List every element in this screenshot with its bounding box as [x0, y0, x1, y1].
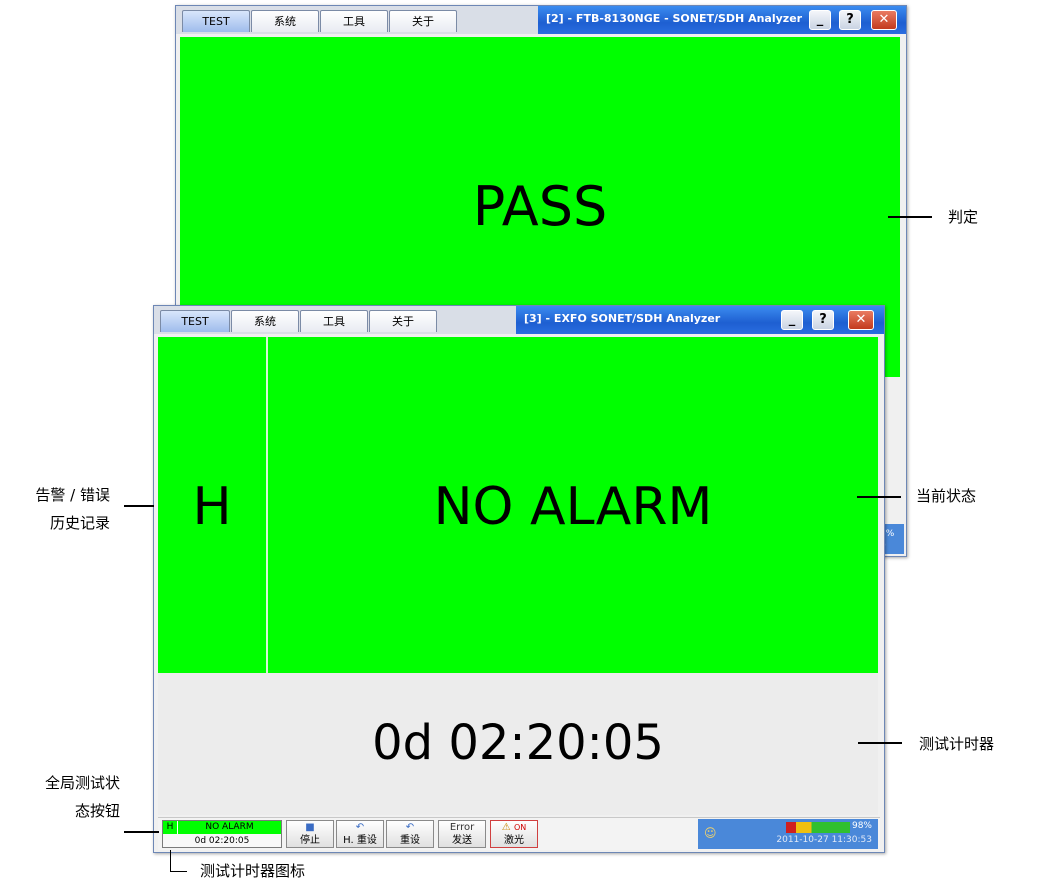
stop-icon: ■ — [305, 822, 315, 833]
alarm-history-panel[interactable]: H — [158, 337, 268, 673]
back-tab-system[interactable]: 系统 — [251, 10, 319, 32]
global-h-indicator: H — [163, 821, 178, 834]
front-help-button[interactable]: ? — [812, 310, 834, 330]
undo-icon: ↶ — [405, 822, 415, 833]
back-window-title: [2] - FTB-8130NGE - SONET/SDH Analyzer — [546, 12, 803, 25]
reset-label: 重设 — [400, 835, 420, 846]
callout-global-2: 态按钮 — [74, 802, 120, 820]
callout-line-history — [124, 505, 154, 507]
front-tab-system[interactable]: 系统 — [231, 310, 299, 332]
laser-warning-icon: ⚠ ON — [501, 822, 527, 833]
callout-verdict: 判定 — [948, 208, 979, 226]
callout-line-timer-icon — [170, 850, 187, 872]
front-tab-about[interactable]: 关于 — [369, 310, 437, 332]
laser-label: 激光 — [504, 835, 524, 846]
test-timer-text: 0d 02:20:05 — [372, 715, 664, 771]
callout-line-status — [857, 496, 901, 498]
back-minimize-button[interactable]: _ — [809, 10, 831, 30]
error-label: Error — [449, 822, 475, 833]
current-status-text: NO ALARM — [433, 477, 713, 537]
callout-test-timer: 测试计时器 — [919, 735, 995, 753]
callout-line-timer — [858, 742, 902, 744]
callout-global-1: 全局测试状 — [44, 774, 120, 792]
h-reset-button[interactable]: ↶ H. 重设 — [336, 820, 384, 848]
current-status-panel: NO ALARM — [268, 337, 878, 673]
battery-percent: 98% — [851, 821, 872, 831]
front-minimize-button[interactable]: _ — [781, 310, 803, 330]
callout-current-status: 当前状态 — [916, 487, 977, 505]
back-tab-test[interactable]: TEST — [182, 10, 250, 32]
status-bar: H NO ALARM 0d 02:20:05 ■ 停止 ↶ H. 重设 ↶ 重设… — [158, 817, 880, 850]
history-indicator: H — [192, 477, 232, 537]
user-icon[interactable]: ☺ — [704, 826, 717, 840]
reset-button[interactable]: ↶ 重设 — [386, 820, 434, 848]
callout-history-1: 告警 / 错误 — [35, 486, 110, 504]
callout-line-verdict — [888, 216, 932, 218]
callout-history-2: 历史记录 — [49, 514, 110, 532]
stop-button[interactable]: ■ 停止 — [286, 820, 334, 848]
callout-line-global — [124, 831, 159, 833]
global-alarm-text: NO ALARM — [178, 821, 281, 834]
send-label: 发送 — [452, 835, 472, 846]
error-pen-icon: Error — [439, 821, 485, 834]
callout-timer-icon: 测试计时器图标 — [200, 862, 306, 880]
laser-button[interactable]: ⚠ ON 激光 — [490, 820, 538, 848]
system-tray: ☺ 98% 2011-10-27 11:30:53 — [698, 819, 878, 849]
back-tab-about[interactable]: 关于 — [389, 10, 457, 32]
front-analyzer-window: TEST 系统 工具 关于 [3] - EXFO SONET/SDH Analy… — [153, 305, 885, 853]
battery-bars-icon — [786, 822, 850, 833]
stop-label: 停止 — [300, 835, 320, 846]
test-timer-panel: 0d 02:20:05 — [158, 673, 878, 815]
back-help-button[interactable]: ? — [839, 10, 861, 30]
front-close-button[interactable]: ✕ — [848, 310, 874, 330]
back-tab-tools[interactable]: 工具 — [320, 10, 388, 32]
laser-on-text: ON — [513, 823, 527, 832]
front-window-title: [3] - EXFO SONET/SDH Analyzer — [524, 312, 721, 325]
undo-icon: ↶ — [355, 822, 365, 833]
global-test-status-button[interactable]: H NO ALARM 0d 02:20:05 — [162, 820, 282, 848]
global-timer-text: 0d 02:20:05 — [194, 836, 250, 846]
back-close-button[interactable]: ✕ — [871, 10, 897, 30]
h-reset-label: H. 重设 — [343, 835, 377, 846]
front-tab-tools[interactable]: 工具 — [300, 310, 368, 332]
front-tab-test[interactable]: TEST — [160, 310, 230, 332]
datetime-text: 2011-10-27 11:30:53 — [776, 835, 872, 845]
error-send-button[interactable]: Error 发送 — [438, 820, 486, 848]
verdict-text: PASS — [472, 175, 608, 238]
